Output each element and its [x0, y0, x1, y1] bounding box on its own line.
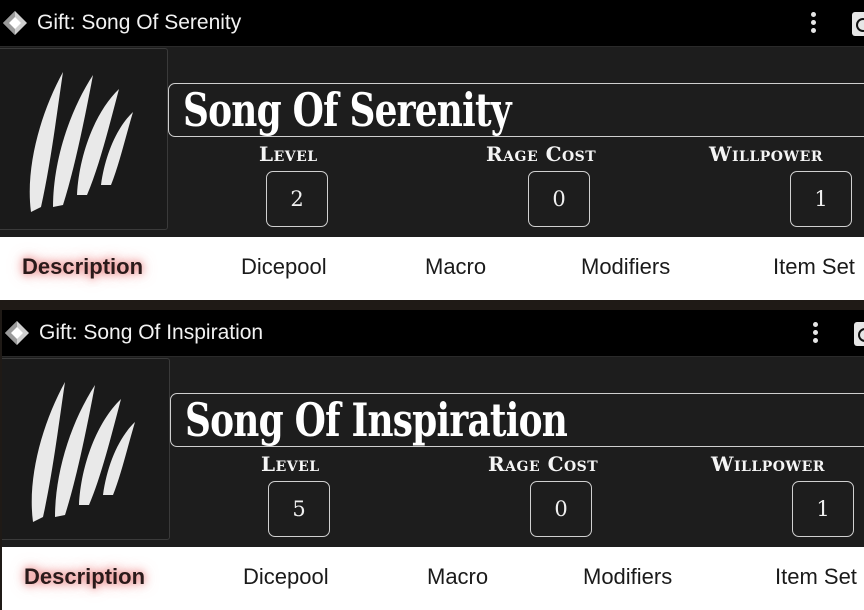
rage-cost-field[interactable]: 0: [530, 481, 592, 537]
level-field[interactable]: 5: [268, 481, 330, 537]
gift-name-field[interactable]: Song Of Inspiration: [170, 393, 864, 447]
d20-logo-icon: [3, 11, 27, 35]
tab-modifiers[interactable]: Modifiers: [583, 564, 672, 590]
tab-bar: Description Dicepool Macro Modifiers Ite…: [2, 547, 864, 610]
gift-name-field[interactable]: Song Of Serenity: [168, 83, 864, 137]
tab-modifiers[interactable]: Modifiers: [581, 254, 670, 280]
d20-logo-icon: [5, 321, 29, 345]
tab-description[interactable]: Description: [24, 564, 145, 590]
tab-macro[interactable]: Macro: [427, 564, 488, 590]
gift-portrait[interactable]: [2, 358, 170, 540]
window-titlebar[interactable]: Gift: Song Of Inspiration: [2, 310, 864, 356]
tab-dicepool[interactable]: Dicepool: [241, 254, 327, 280]
tab-item-set[interactable]: Item Set: [773, 254, 855, 280]
window-title: Gift: Song Of Inspiration: [39, 321, 264, 344]
window-title: Gift: Song Of Serenity: [37, 11, 242, 34]
gift-sheet-window: Gift: Song Of Inspiration Song Of Inspir…: [2, 310, 864, 610]
level-label: Level: [259, 142, 318, 166]
kebab-menu-icon[interactable]: [808, 322, 822, 346]
gift-name: Song Of Inspiration: [185, 393, 568, 447]
rage-cost-label: Rage Cost: [486, 142, 597, 166]
tab-description[interactable]: Description: [22, 254, 143, 280]
gift-header: Song Of Serenity Level 2 Rage Cost 0 Wil…: [0, 46, 864, 238]
willpower-label: Willpower: [711, 452, 825, 476]
tab-bar: Description Dicepool Macro Modifiers Ite…: [0, 237, 864, 300]
tab-dicepool[interactable]: Dicepool: [243, 564, 329, 590]
gift-header: Song Of Inspiration Level 5 Rage Cost 0 …: [2, 356, 864, 548]
willpower-field[interactable]: 1: [792, 481, 854, 537]
kebab-menu-icon[interactable]: [806, 12, 820, 36]
willpower-label: Willpower: [709, 142, 823, 166]
gift-portrait[interactable]: [0, 48, 168, 230]
level-field[interactable]: 2: [266, 171, 328, 227]
rage-cost-field[interactable]: 0: [528, 171, 590, 227]
gift-sheet-window: Gift: Song Of Serenity Song Of Serenity …: [0, 0, 864, 300]
claw-marks-icon: [29, 72, 133, 212]
tab-item-set[interactable]: Item Set: [775, 564, 857, 590]
level-label: Level: [261, 452, 320, 476]
window-titlebar[interactable]: Gift: Song Of Serenity: [0, 0, 864, 46]
gift-name: Song Of Serenity: [183, 83, 512, 137]
popout-icon[interactable]: [854, 322, 864, 346]
claw-marks-icon: [31, 382, 135, 522]
popout-icon[interactable]: [852, 12, 864, 36]
willpower-field[interactable]: 1: [790, 171, 852, 227]
rage-cost-label: Rage Cost: [488, 452, 599, 476]
tab-macro[interactable]: Macro: [425, 254, 486, 280]
